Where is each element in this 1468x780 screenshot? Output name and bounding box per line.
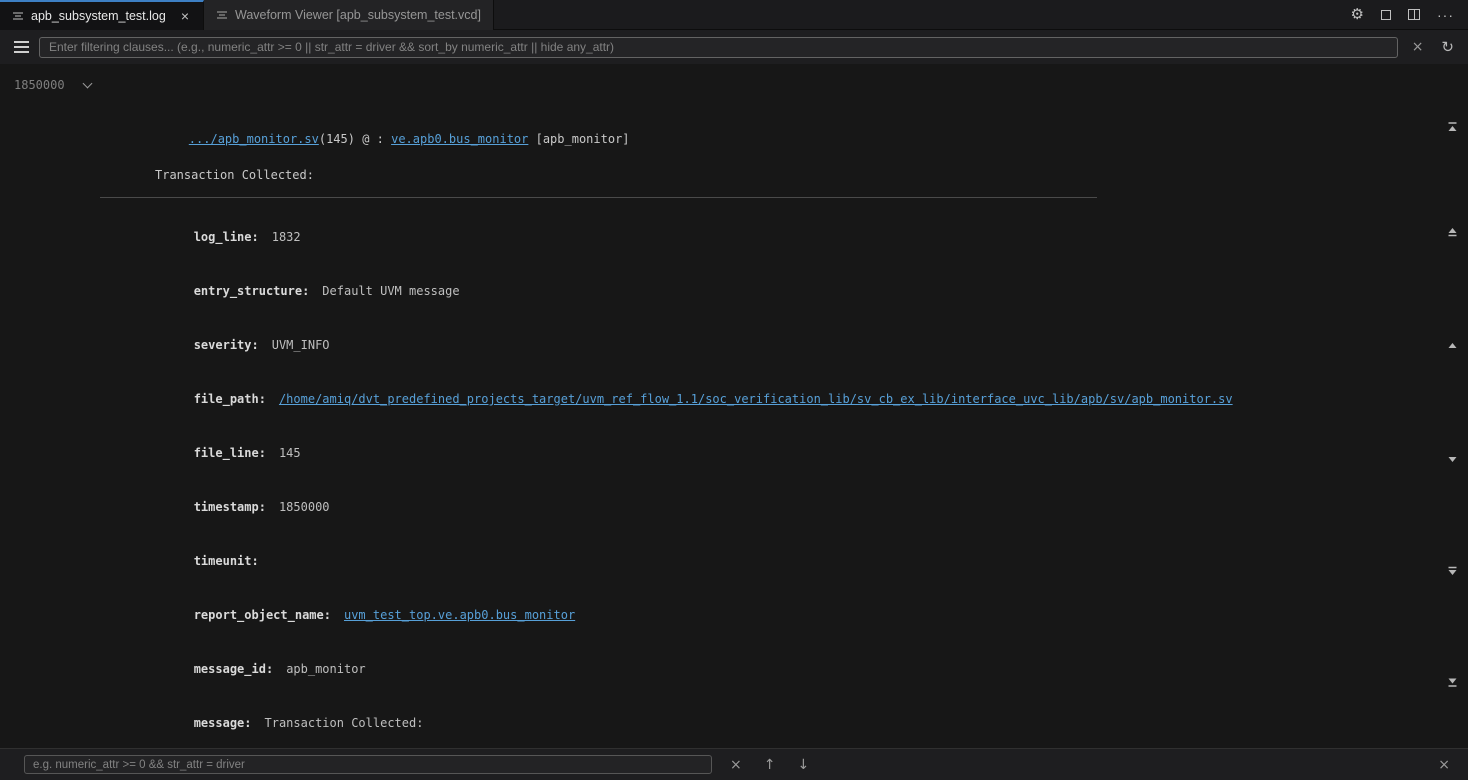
entry-header: 1850000 .../apb_monitor.sv(145) @ : ve.a… bbox=[0, 76, 1468, 166]
detail-value: 1832 bbox=[272, 230, 301, 244]
log-entry-expanded: 1850000 .../apb_monitor.sv(145) @ : ve.a… bbox=[0, 76, 1468, 748]
detail-value: 1850000 bbox=[279, 500, 330, 514]
detail-row: message: Transaction Collected: bbox=[107, 696, 1468, 748]
detail-row: file_line: 145 bbox=[107, 426, 1468, 480]
tab-waveform-viewer-label: Waveform Viewer [apb_subsystem_test.vcd] bbox=[235, 8, 481, 22]
entry-context: [apb_monitor] bbox=[528, 132, 629, 146]
detail-value: Default UVM message bbox=[322, 284, 459, 298]
scroll-down-icon[interactable] bbox=[1446, 453, 1459, 471]
detail-value: 145 bbox=[279, 446, 301, 460]
detail-row: message_id: apb_monitor bbox=[107, 642, 1468, 696]
entry-timestamp: 1850000 bbox=[14, 76, 65, 94]
search-bar: × ↑ ↓ × bbox=[0, 748, 1468, 780]
detail-row: timestamp: 1850000 bbox=[107, 480, 1468, 534]
log-file-icon bbox=[12, 10, 24, 22]
clear-filter-icon[interactable]: × bbox=[1408, 39, 1428, 55]
editor-actions: ⚙ ··· bbox=[1351, 0, 1468, 29]
detail-label: file_line: bbox=[194, 446, 266, 460]
log-content: 1850000 .../apb_monitor.sv(145) @ : ve.a… bbox=[0, 65, 1468, 748]
clear-search-icon[interactable]: × bbox=[726, 757, 746, 773]
detail-value: apb_monitor bbox=[286, 662, 365, 676]
maximize-icon[interactable] bbox=[1381, 10, 1391, 20]
jump-to-last-icon[interactable] bbox=[1446, 676, 1459, 694]
detail-label: timeunit: bbox=[194, 554, 259, 568]
refresh-icon[interactable]: ↻ bbox=[1437, 38, 1458, 56]
detail-row: file_path: /home/amiq/dvt_predefined_proj… bbox=[107, 372, 1468, 426]
detail-label: entry_structure: bbox=[194, 284, 310, 298]
navigation-rail bbox=[1443, 65, 1465, 748]
next-match-icon[interactable]: ↓ bbox=[793, 757, 813, 773]
tab-close-icon[interactable]: × bbox=[179, 8, 191, 24]
tab-bar: apb_subsystem_test.log × Waveform Viewer… bbox=[0, 0, 1468, 30]
chevron-down-icon[interactable] bbox=[83, 79, 93, 89]
report-object-link[interactable]: ve.apb0.bus_monitor bbox=[391, 132, 528, 146]
details-separator bbox=[100, 197, 1097, 198]
log-viewer-window: apb_subsystem_test.log × Waveform Viewer… bbox=[0, 0, 1468, 780]
detail-label: message: bbox=[194, 716, 252, 730]
detail-value-link[interactable]: uvm_test_top.ve.apb0.bus_monitor bbox=[344, 608, 575, 622]
prev-marker-icon[interactable] bbox=[1446, 225, 1459, 243]
scroll-up-icon[interactable] bbox=[1446, 339, 1459, 357]
filter-input[interactable] bbox=[39, 37, 1398, 58]
waveform-file-icon bbox=[216, 9, 228, 21]
detail-row: log_line: 1832 bbox=[107, 210, 1468, 264]
prev-match-icon[interactable]: ↑ bbox=[760, 757, 780, 773]
detail-row: timeunit: bbox=[107, 534, 1468, 588]
detail-value: UVM_INFO bbox=[272, 338, 330, 352]
gear-icon[interactable]: ⚙ bbox=[1351, 7, 1364, 22]
detail-label: severity: bbox=[194, 338, 259, 352]
detail-label: message_id: bbox=[194, 662, 273, 676]
detail-row: report_object_name: uvm_test_top.ve.apb0.… bbox=[107, 588, 1468, 642]
more-actions-icon[interactable]: ··· bbox=[1437, 8, 1454, 22]
filter-bar: × ↻ bbox=[0, 30, 1468, 64]
detail-label: log_line: bbox=[194, 230, 259, 244]
tab-log-file-label: apb_subsystem_test.log bbox=[31, 9, 166, 23]
tab-waveform-viewer[interactable]: Waveform Viewer [apb_subsystem_test.vcd] bbox=[204, 0, 494, 30]
entry-message: Transaction Collected: bbox=[0, 166, 1468, 184]
detail-value-link[interactable]: /home/amiq/dvt_predefined_projects_targe… bbox=[279, 392, 1233, 406]
next-marker-icon[interactable] bbox=[1446, 565, 1459, 583]
detail-value: Transaction Collected: bbox=[265, 716, 424, 730]
detail-row: entry_structure: Default UVM message bbox=[107, 264, 1468, 318]
detail-row: severity: UVM_INFO bbox=[107, 318, 1468, 372]
detail-label: timestamp: bbox=[194, 500, 266, 514]
entry-details: log_line: 1832 entry_structure: Default UV… bbox=[0, 210, 1468, 748]
tab-log-file[interactable]: apb_subsystem_test.log × bbox=[0, 0, 204, 30]
source-file-link[interactable]: .../apb_monitor.sv bbox=[189, 132, 319, 146]
jump-to-first-icon[interactable] bbox=[1446, 121, 1459, 139]
detail-label: file_path: bbox=[194, 392, 266, 406]
detail-label: report_object_name: bbox=[194, 608, 331, 622]
entry-location: (145) @ : bbox=[319, 132, 391, 146]
split-editor-icon[interactable] bbox=[1408, 9, 1420, 20]
close-search-icon[interactable]: × bbox=[1434, 757, 1454, 773]
search-input[interactable] bbox=[24, 755, 712, 774]
menu-icon[interactable] bbox=[14, 41, 29, 53]
tab-bar-spacer bbox=[494, 0, 1351, 29]
